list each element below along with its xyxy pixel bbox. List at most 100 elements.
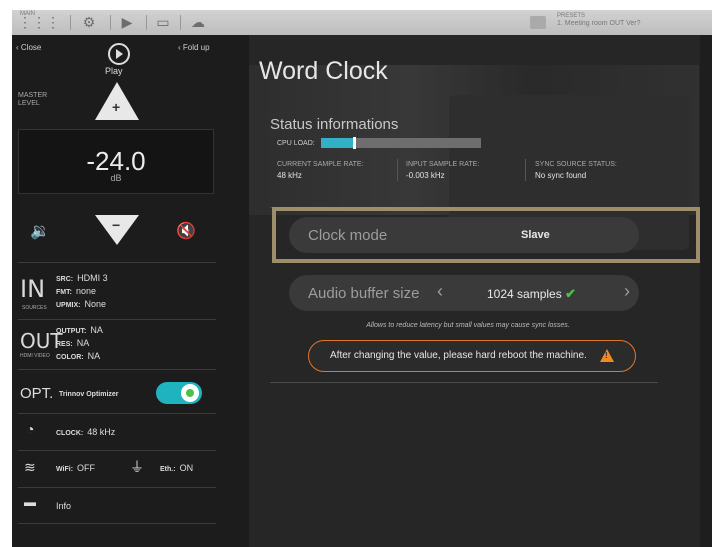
- color-key: COLOR:: [56, 354, 84, 361]
- warning-text: After changing the value, please hard re…: [330, 350, 587, 361]
- out-res: RES: NA: [56, 338, 89, 348]
- main-panel: Word Clock Status informations CPU LOAD:…: [249, 35, 712, 547]
- toolbar-divider: [70, 15, 71, 30]
- divider: [18, 262, 216, 263]
- divider: [18, 413, 216, 414]
- cpu-load-bar: [321, 137, 481, 149]
- close-button[interactable]: ‹ Close: [16, 43, 41, 52]
- divider: [18, 319, 216, 320]
- toggle-knob: [181, 384, 199, 402]
- page-title: Word Clock: [259, 57, 388, 85]
- volume-down-button[interactable]: −: [95, 215, 139, 245]
- in-src: SRC: HDMI 3: [56, 273, 108, 283]
- warning-triangle-icon: [600, 349, 614, 362]
- volume-up-button[interactable]: +: [95, 82, 139, 120]
- volume-decrease-speaker-icon[interactable]: 🔉: [30, 221, 50, 241]
- plus-icon: +: [112, 99, 121, 115]
- wifi-value: OFF: [77, 463, 96, 473]
- stat-label: CURRENT SAMPLE RATE:: [277, 161, 364, 168]
- chevron-right-icon[interactable]: ›: [624, 281, 630, 302]
- output-value: NA: [90, 325, 103, 335]
- in-fmt: FMT: none: [56, 286, 96, 296]
- out-color: COLOR: NA: [56, 351, 100, 361]
- ethernet-plug-icon: ⏚: [130, 459, 144, 475]
- settings-gear-icon[interactable]: ⚙: [78, 10, 100, 35]
- clock-status[interactable]: CLOCK: 48 kHz: [56, 427, 115, 437]
- clock-value: 48 kHz: [87, 427, 116, 437]
- cloud-icon[interactable]: ☁: [186, 10, 210, 35]
- color-value: NA: [87, 351, 101, 361]
- wifi-status[interactable]: WiFi: OFF: [56, 463, 95, 473]
- ethernet-status[interactable]: Eth.: ON: [160, 463, 193, 473]
- opt-tag: OPT.: [20, 385, 54, 402]
- preset-name[interactable]: 1. Meeting room OUT Ver?: [557, 20, 641, 27]
- mute-speaker-icon[interactable]: 🔇: [176, 221, 196, 241]
- in-sub-label: SOURCES: [22, 305, 47, 311]
- stat-label: SYNC SOURCE STATUS:: [535, 161, 617, 168]
- wifi-icon: ≋: [24, 459, 36, 475]
- buffer-hint: Allows to reduce latency but small value…: [366, 322, 570, 329]
- audio-buffer-label: Audio buffer size: [308, 285, 420, 302]
- src-key: SRC:: [56, 276, 74, 283]
- toolbar-divider: [146, 15, 147, 30]
- info-item[interactable]: Info: [56, 501, 71, 511]
- upmix-value: None: [84, 299, 107, 309]
- buffer-value-text: 1024 samples: [487, 287, 562, 301]
- fold-up-button[interactable]: ‹ Fold up: [178, 43, 210, 52]
- divider: [18, 369, 216, 370]
- eth-value: ON: [179, 463, 194, 473]
- toolbar-divider: [110, 15, 111, 30]
- optimizer-toggle[interactable]: [156, 382, 202, 404]
- audio-buffer-value: 1024 samples ✔: [487, 286, 576, 302]
- master-level-label: MASTER LEVEL: [18, 92, 47, 108]
- presets-label: PRESETS: [557, 13, 586, 19]
- input-sample-rate: INPUT SAMPLE RATE: -0.003 kHz: [406, 159, 479, 181]
- stat-value: 48 kHz: [277, 171, 302, 180]
- out-output: OUTPUT: NA: [56, 325, 103, 335]
- play-label: Play: [105, 66, 123, 76]
- status-section-title: Status informations: [270, 116, 399, 133]
- panel-edge: [700, 35, 712, 547]
- divider: [18, 450, 216, 451]
- clock-key: CLOCK:: [56, 430, 84, 437]
- clock-sync-icon: ◔: [26, 421, 35, 437]
- check-icon: ✔: [565, 286, 576, 301]
- level-unit: dB: [110, 173, 122, 183]
- toolbar-divider: [180, 15, 181, 30]
- play-icon[interactable]: ▶: [116, 10, 138, 35]
- res-key: RES:: [56, 341, 73, 348]
- stat-value: -0.003 kHz: [406, 171, 445, 180]
- play-circle-icon[interactable]: [108, 43, 130, 65]
- fmt-key: FMT:: [56, 289, 72, 296]
- audio-buffer-selector[interactable]: Audio buffer size ‹ 1024 samples ✔ ›: [289, 275, 639, 311]
- fold-up-label: Fold up: [182, 43, 210, 52]
- divider: [18, 487, 216, 488]
- stat-divider: [525, 159, 526, 181]
- in-tag: IN: [20, 275, 46, 303]
- output-key: OUTPUT:: [56, 328, 87, 335]
- display-icon[interactable]: ▭: [152, 10, 174, 35]
- top-toolbar: MAIN ⋮⋮⋮ ⚙ ▶ ▭ ☁ PRESETS 1. Meeting room…: [12, 10, 712, 36]
- cpu-load-label: CPU LOAD:: [277, 140, 315, 147]
- master-label-line2: LEVEL: [18, 100, 40, 107]
- sidebar: ‹ Close Play ‹ Fold up MASTER LEVEL + -2…: [12, 35, 249, 547]
- optimizer-label: Trinnov Optimizer: [59, 391, 119, 398]
- clock-mode-selector[interactable]: Clock mode Slave: [289, 217, 639, 253]
- stat-label: INPUT SAMPLE RATE:: [406, 161, 480, 168]
- reboot-warning: After changing the value, please hard re…: [308, 340, 636, 372]
- info-label: Info: [56, 501, 72, 511]
- upmix-key: UPMIX:: [56, 302, 81, 309]
- out-sub-label: HDMI VIDEO: [20, 353, 50, 359]
- info-device-icon: ▬: [24, 495, 36, 509]
- current-sample-rate: CURRENT SAMPLE RATE: 48 kHz: [277, 159, 363, 181]
- cpu-load-marker: [353, 137, 356, 149]
- grid-icon[interactable]: ⋮⋮⋮: [18, 10, 60, 35]
- clock-mode-value: Slave: [521, 229, 550, 241]
- preset-folder-icon[interactable]: [530, 16, 546, 29]
- src-value: HDMI 3: [77, 273, 108, 283]
- close-label: Close: [20, 43, 42, 52]
- divider: [18, 523, 216, 524]
- chevron-left-icon[interactable]: ‹: [437, 281, 443, 302]
- master-label-line1: MASTER: [18, 92, 48, 99]
- cpu-load-fill: [321, 138, 353, 148]
